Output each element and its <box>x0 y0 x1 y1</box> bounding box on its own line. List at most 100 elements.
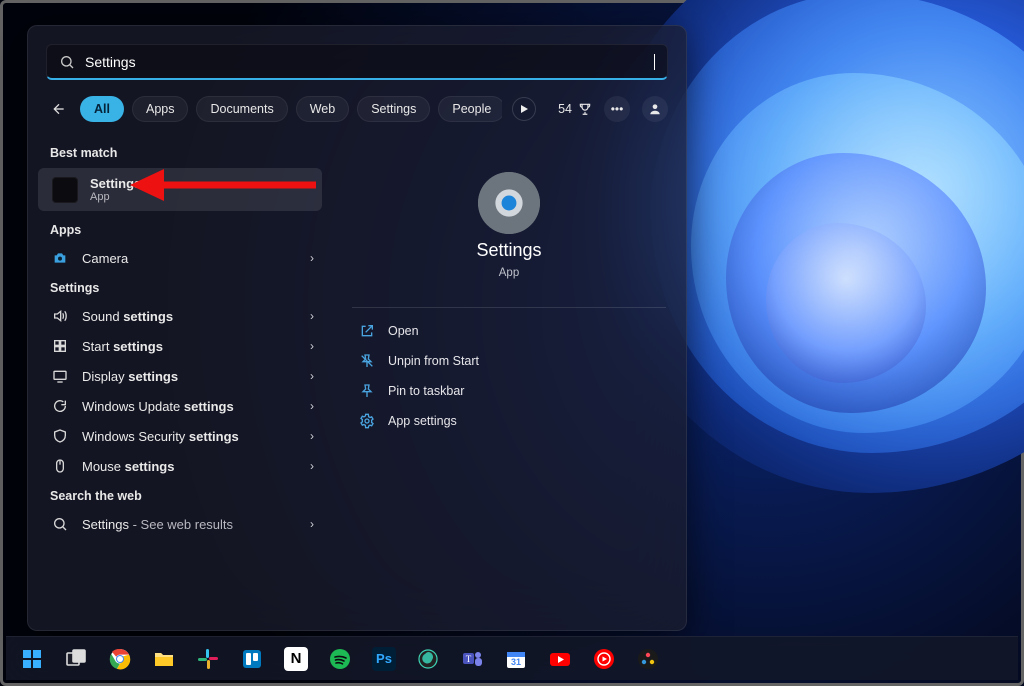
result-label: Mouse settings <box>82 459 298 474</box>
chrome-icon <box>108 647 132 671</box>
trello-icon <box>240 647 264 671</box>
detail-title: Settings <box>476 240 541 261</box>
notion-icon: N <box>284 647 308 671</box>
pin-icon <box>358 383 376 399</box>
rewards-counter[interactable]: 54 <box>558 102 592 116</box>
more-options-button[interactable]: ••• <box>604 96 630 122</box>
unpin-icon <box>358 353 376 369</box>
start-icon <box>50 338 70 354</box>
display-icon <box>50 368 70 384</box>
settings-app-thumb <box>52 177 78 203</box>
search-input[interactable] <box>85 54 644 70</box>
result-windows-update-settings[interactable]: Windows Update settings › <box>28 391 332 421</box>
action-pin-taskbar[interactable]: Pin to taskbar <box>352 376 666 406</box>
svg-text:31: 31 <box>511 657 521 667</box>
sound-icon <box>50 308 70 324</box>
taskbar-obs[interactable] <box>408 639 448 679</box>
filter-chip-documents[interactable]: Documents <box>196 96 287 122</box>
filter-chip-web[interactable]: Web <box>296 96 349 122</box>
result-sound-settings[interactable]: Sound settings › <box>28 301 332 331</box>
result-title: Settings <box>90 176 310 191</box>
result-best-match[interactable]: Settings App <box>38 168 322 211</box>
result-mouse-settings[interactable]: Mouse settings › <box>28 451 332 481</box>
search-icon <box>59 54 75 70</box>
taskbar-slack[interactable] <box>188 639 228 679</box>
taskbar-file-explorer[interactable] <box>144 639 184 679</box>
filter-chip-apps[interactable]: Apps <box>132 96 189 122</box>
taskbar-teams[interactable]: T <box>452 639 492 679</box>
gear-icon <box>358 413 376 429</box>
youtube-icon <box>548 647 572 671</box>
photoshop-icon: Ps <box>372 647 396 671</box>
action-label: Unpin from Start <box>388 354 479 368</box>
person-icon <box>648 102 662 116</box>
chevron-right-icon: › <box>310 459 320 473</box>
back-button[interactable] <box>46 96 72 122</box>
folder-icon <box>152 647 176 671</box>
result-label: Settings - See web results <box>82 517 298 532</box>
chevron-right-icon: › <box>310 339 320 353</box>
result-app-camera[interactable]: Camera › <box>28 243 332 273</box>
taskbar-notion[interactable]: N <box>276 639 316 679</box>
result-label: Display settings <box>82 369 298 384</box>
result-web-search[interactable]: Settings - See web results › <box>28 509 332 539</box>
filter-chip-people[interactable]: People <box>438 96 502 122</box>
result-display-settings[interactable]: Display settings › <box>28 361 332 391</box>
arrow-left-icon <box>51 101 67 117</box>
svg-text:T: T <box>466 654 472 664</box>
chevron-right-icon: › <box>310 251 320 265</box>
shield-icon <box>50 428 70 444</box>
taskbar-calendar[interactable]: 31 <box>496 639 536 679</box>
obs-icon <box>416 647 440 671</box>
result-start-settings[interactable]: Start settings › <box>28 331 332 361</box>
resolve-icon <box>636 647 660 671</box>
divider <box>352 307 666 308</box>
play-icon <box>519 104 529 114</box>
filter-row: All Apps Documents Web Settings People F… <box>28 90 686 134</box>
open-icon <box>358 323 376 339</box>
taskbar-youtube-music[interactable] <box>584 639 624 679</box>
settings-gear-icon <box>478 172 540 234</box>
result-label: Windows Update settings <box>82 399 298 414</box>
section-settings: Settings <box>28 273 332 301</box>
filter-scroll-right[interactable] <box>512 97 536 121</box>
chevron-right-icon: › <box>310 309 320 323</box>
taskbar-spotify[interactable] <box>320 639 360 679</box>
results-column: Best match Settings App Apps Camera › Se… <box>28 134 332 626</box>
section-search-web: Search the web <box>28 481 332 509</box>
rewards-points: 54 <box>558 102 572 116</box>
taskbar-start-button[interactable] <box>12 639 52 679</box>
text-caret <box>654 54 655 70</box>
taskbar-photoshop[interactable]: Ps <box>364 639 404 679</box>
action-label: Open <box>388 324 419 338</box>
filter-chip-all[interactable]: All <box>80 96 124 122</box>
taskbar-taskview-button[interactable] <box>56 639 96 679</box>
taskbar-youtube[interactable] <box>540 639 580 679</box>
taskbar-resolve[interactable] <box>628 639 668 679</box>
result-label: Windows Security settings <box>82 429 298 444</box>
chevron-right-icon: › <box>310 429 320 443</box>
taskview-icon <box>64 647 88 671</box>
mouse-icon <box>50 458 70 474</box>
ellipsis-icon: ••• <box>611 102 624 116</box>
search-box[interactable] <box>46 44 668 80</box>
camera-icon <box>50 250 70 266</box>
action-label: Pin to taskbar <box>388 384 464 398</box>
calendar-icon: 31 <box>504 647 528 671</box>
action-unpin-start[interactable]: Unpin from Start <box>352 346 666 376</box>
result-windows-security-settings[interactable]: Windows Security settings › <box>28 421 332 451</box>
trophy-icon <box>578 102 592 116</box>
filter-chip-settings[interactable]: Settings <box>357 96 430 122</box>
action-app-settings[interactable]: App settings <box>352 406 666 436</box>
taskbar-chrome[interactable] <box>100 639 140 679</box>
action-open[interactable]: Open <box>352 316 666 346</box>
taskbar-trello[interactable] <box>232 639 272 679</box>
teams-icon: T <box>460 647 484 671</box>
result-subtitle: App <box>90 191 310 203</box>
chevron-right-icon: › <box>310 517 320 531</box>
chevron-right-icon: › <box>310 369 320 383</box>
result-label: Camera <box>82 251 298 266</box>
section-best-match: Best match <box>28 138 332 166</box>
account-button[interactable] <box>642 96 668 122</box>
detail-subtitle: App <box>499 267 519 279</box>
